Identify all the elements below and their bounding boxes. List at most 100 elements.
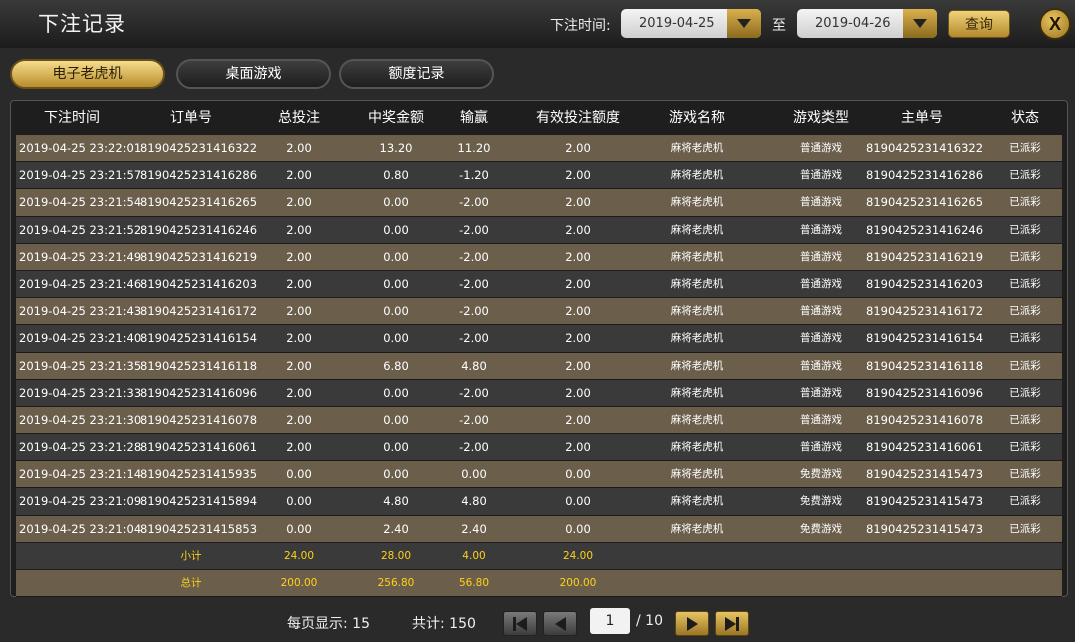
date-from-select[interactable]: 2019-04-25 (621, 9, 761, 38)
table-cell: 2.00 (565, 440, 591, 455)
table-cell: 0.00 (383, 331, 409, 346)
table-cell: 2.40 (383, 521, 409, 536)
close-button[interactable]: X (1039, 8, 1071, 40)
table-cell: 2019-04-25 23:21:14 (19, 467, 142, 482)
table-cell: 8190425231416154 (866, 331, 984, 346)
table-cell: 普通游戏 (800, 332, 842, 345)
tab-credit-records[interactable]: 额度记录 (339, 59, 494, 89)
total-total_bet: 200.00 (280, 577, 318, 589)
table-cell: 8190425231416172 (866, 304, 984, 319)
table-cell: 2019-04-25 23:21:09 (19, 494, 142, 509)
table-cell: 8190425231416322 (140, 141, 258, 155)
table-cell: 已派彩 (1009, 468, 1041, 481)
last-page-button[interactable] (715, 611, 749, 636)
table-cell: 8190425231415473 (866, 494, 984, 509)
table-cell: 麻将老虎机 (670, 250, 724, 263)
table-cell: 2.00 (565, 222, 591, 237)
table-row: 2019-04-25 23:21:09 8190425231415894 0.00 4… (16, 488, 1062, 516)
table-cell: 2.00 (286, 249, 312, 264)
table-cell: 2.00 (286, 276, 312, 291)
table-cell: 麻将老虎机 (670, 223, 724, 236)
table-cell: 麻将老虎机 (670, 441, 724, 454)
table-cell: 2.00 (565, 141, 591, 155)
table-cell: 2019-04-25 23:21:35 (19, 358, 142, 373)
date-to-dropdown-button[interactable] (903, 9, 937, 38)
prev-page-button[interactable] (543, 611, 577, 636)
query-button[interactable]: 查询 (948, 10, 1010, 38)
table-cell: 8190425231416265 (866, 195, 984, 210)
table-cell: -2.00 (459, 249, 489, 264)
table-cell: 麻将老虎机 (670, 332, 724, 345)
table-cell: 麻将老虎机 (670, 522, 724, 535)
table-cell: 普通游戏 (800, 169, 842, 182)
table-cell: 8190425231416286 (140, 168, 258, 183)
table-cell: 2.00 (565, 304, 591, 319)
tab-slot-games[interactable]: 电子老虎机 (10, 59, 165, 89)
table-cell: 2.00 (286, 331, 312, 346)
table-cell: 麻将老虎机 (670, 142, 724, 154)
table-cell: 已派彩 (1009, 142, 1041, 154)
column-header: 游戏名称 (669, 110, 725, 126)
table-cell: 8190425231416118 (140, 358, 258, 373)
table-cell: 0.00 (383, 249, 409, 264)
table-row: 2019-04-25 23:21:33 8190425231416096 2.00 0… (16, 379, 1062, 407)
table-row: 2019-04-25 23:21:40 8190425231416154 2.00 0… (16, 325, 1062, 353)
table-cell: 2.00 (286, 304, 312, 319)
table-cell: 8190425231416219 (866, 249, 984, 264)
table-cell: 免费游戏 (800, 522, 842, 535)
table-cell: 2019-04-25 23:21:54 (19, 195, 142, 210)
table-cell: 0.00 (383, 276, 409, 291)
table-cell: 2.00 (286, 358, 312, 373)
table-cell: 0.00 (286, 467, 312, 482)
table-cell: 2019-04-25 23:22:01 (19, 141, 142, 155)
table-cell: -2.00 (459, 195, 489, 210)
table-cell: 8190425231416118 (866, 358, 984, 373)
table-cell: 2019-04-25 23:21:43 (19, 304, 142, 319)
table-cell: 0.00 (565, 494, 591, 509)
last-page-icon (725, 616, 736, 631)
subtotal-label: 小计 (180, 549, 202, 562)
table-cell: 已派彩 (1009, 223, 1041, 236)
table-cell: 普通游戏 (800, 250, 842, 263)
first-page-button[interactable] (503, 611, 537, 636)
table-cell: 8190425231416078 (866, 412, 984, 427)
tab-table-games[interactable]: 桌面游戏 (176, 59, 331, 89)
pagination-bar: 每页显示: 15 共计: 150 (0, 604, 1075, 640)
table-cell: 0.00 (286, 521, 312, 536)
table-cell: 0.00 (383, 222, 409, 237)
table-cell: 2.00 (286, 222, 312, 237)
records-table-body: 2019-04-25 23:22:01 8190425231416322 2.00 1… (16, 135, 1062, 598)
next-page-button[interactable] (675, 611, 709, 636)
table-row: 2019-04-25 23:22:01 8190425231416322 2.00 1… (16, 135, 1062, 163)
date-to-select[interactable]: 2019-04-26 (797, 9, 937, 38)
table-cell: 0.80 (383, 168, 409, 183)
table-cell: 2019-04-25 23:21:28 (19, 440, 142, 455)
total-net: 56.80 (458, 577, 490, 589)
table-cell: 2.00 (565, 385, 591, 400)
page-number-input[interactable]: 1 (590, 608, 630, 634)
subtotal-valid: 24.00 (562, 549, 594, 562)
table-cell: 麻将老虎机 (670, 386, 724, 399)
table-cell: 麻将老虎机 (670, 468, 724, 481)
date-from-value: 2019-04-25 (639, 16, 715, 31)
total-count-label: 共计: 150 (412, 616, 476, 632)
date-from-dropdown-button[interactable] (727, 9, 761, 38)
table-cell: 4.80 (383, 494, 409, 509)
column-header: 有效投注额度 (536, 110, 620, 126)
table-cell: 普通游戏 (800, 441, 842, 454)
table-row: 2019-04-25 23:21:49 8190425231416219 2.00 0… (16, 243, 1062, 271)
table-cell: 8190425231416246 (866, 222, 984, 237)
table-cell: 8190425231416154 (140, 331, 258, 346)
table-cell: 麻将老虎机 (670, 196, 724, 209)
column-header: 中奖金额 (368, 110, 424, 126)
table-cell: 普通游戏 (800, 142, 842, 154)
table-cell: 已派彩 (1009, 386, 1041, 399)
table-cell: 0.00 (383, 440, 409, 455)
table-cell: 免费游戏 (800, 495, 842, 508)
table-cell: 普通游戏 (800, 359, 842, 372)
table-cell: 8190425231415894 (140, 494, 258, 509)
table-cell: 2.00 (286, 195, 312, 210)
table-cell: 0.00 (383, 385, 409, 400)
table-cell: 麻将老虎机 (670, 277, 724, 290)
table-cell: 麻将老虎机 (670, 169, 724, 182)
